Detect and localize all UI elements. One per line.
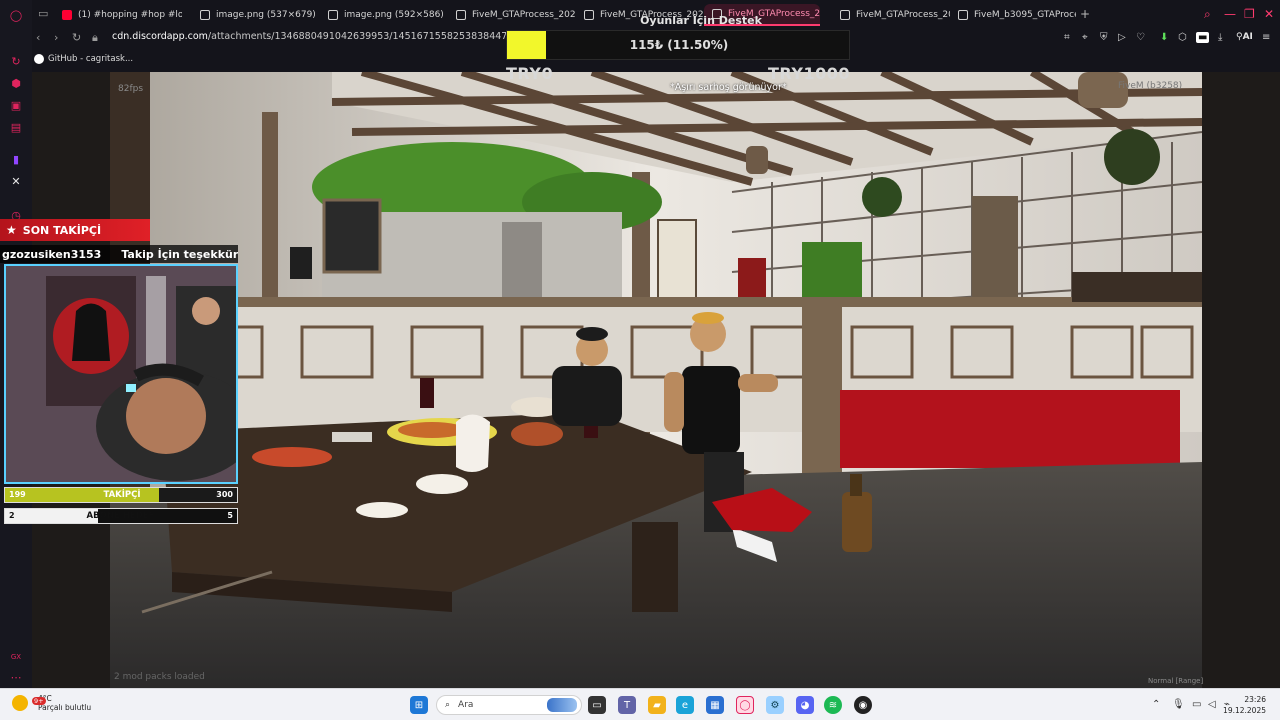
follower-goal-bar: 199 TAKİPÇİ 300	[4, 487, 238, 503]
bookmark-github[interactable]: GitHub - cagritask...	[34, 54, 133, 64]
ai-button[interactable]: ⚲AI	[1236, 32, 1253, 42]
extensions-icon[interactable]: ⬡	[1178, 32, 1187, 43]
settings-icon[interactable]: ⚙	[766, 696, 784, 714]
star-icon: ★	[6, 223, 17, 237]
file-explorer-icon[interactable]: ▰	[648, 696, 666, 714]
volume-icon[interactable]: ◁	[1208, 699, 1216, 710]
donation-min-label: TRY0	[506, 64, 554, 83]
tab-fivem-5[interactable]: FiveM_b3095_GTAProce	[950, 4, 1076, 26]
weather-widget[interactable]: 9+ 4°C Parçalı bulutlu	[12, 694, 91, 712]
discord-icon[interactable]: ◕	[796, 696, 814, 714]
gx-corner-icon[interactable]: ▤	[8, 119, 24, 135]
heart-icon[interactable]: ♡	[1136, 32, 1145, 43]
downloads-icon[interactable]: ⤓	[1218, 32, 1222, 43]
x-twitter-icon[interactable]: ✕	[8, 173, 24, 189]
minimize-icon[interactable]: —	[1224, 7, 1236, 21]
tray-expand-icon[interactable]: ⌃	[1152, 699, 1160, 710]
steam-icon[interactable]: ◉	[854, 696, 872, 714]
microphone-icon[interactable]: 🎙︎	[1172, 699, 1185, 710]
weather-condition: Parçalı bulutlu	[38, 703, 92, 712]
twitch-icon[interactable]: ▮	[8, 151, 24, 167]
system-clock[interactable]: 23:26 19.12.2025	[1223, 694, 1266, 716]
last-follower-banner: ★ SON TAKİPÇİ	[0, 219, 150, 241]
gx-control-icon[interactable]: GX	[8, 649, 24, 665]
search-icon: ⌕	[445, 700, 451, 710]
restore-icon[interactable]: ❐	[1244, 7, 1255, 21]
file-icon	[958, 10, 968, 20]
messenger-icon[interactable]: ▣	[8, 97, 24, 113]
lock-icon: 🔒︎	[92, 31, 98, 44]
donation-progress-bar: 115₺ (11.50%)	[506, 30, 850, 60]
snapshot-icon[interactable]: ⌖	[1082, 32, 1088, 43]
voice-range-label: Normal [Range]	[1148, 677, 1204, 685]
mods-loaded-text: 2 mod packs loaded	[114, 672, 205, 682]
more-icon[interactable]: ⋯	[8, 669, 24, 685]
tab-menu-icon[interactable]: ▭	[38, 7, 48, 20]
back-icon[interactable]: ‹	[36, 31, 40, 44]
vpn-icon[interactable]: ⛨	[1100, 32, 1108, 43]
forward-icon[interactable]: ›	[54, 31, 58, 44]
file-icon	[456, 10, 466, 20]
tab-image-1[interactable]: image.png (537×679)	[192, 4, 320, 26]
fivem-build-tag: FiveM (b3258)	[1118, 81, 1183, 91]
spotify-icon[interactable]: ≋	[824, 696, 842, 714]
profile-icon[interactable]: ▬	[1196, 32, 1210, 43]
tab-youtube[interactable]: (1) #hopping #hop #lowri	[54, 4, 182, 26]
subscriber-goal-bar: 2 ABONE HEDEFİ 5	[4, 508, 238, 524]
image-icon	[328, 10, 338, 20]
temperature: 4°C	[38, 694, 91, 703]
display-icon[interactable]: ▭	[1192, 699, 1201, 710]
task-view-icon[interactable]: ▭	[588, 696, 606, 714]
teams-icon[interactable]: T	[618, 696, 636, 714]
search-tabs-icon[interactable]: ⌕	[1204, 7, 1211, 22]
extension-download-icon[interactable]: ⬇	[1160, 32, 1168, 43]
last-follower-message: gzozusiken3153 Takip İçin teşekkürler do…	[0, 245, 238, 263]
url-field[interactable]: cdn.discordapp.com/attachments/134688049…	[112, 31, 512, 42]
webcam-illustration	[6, 266, 236, 482]
store-icon[interactable]: ▦	[706, 696, 724, 714]
opera-logo-icon[interactable]: ◯	[8, 7, 24, 23]
menu-icon[interactable]: ≡	[1262, 32, 1270, 43]
weather-badge: 9+	[32, 697, 46, 705]
close-window-icon[interactable]: ✕	[1264, 7, 1274, 21]
speed-dial-icon[interactable]: ↻	[8, 53, 24, 69]
edge-icon[interactable]: e	[676, 696, 694, 714]
github-icon	[34, 54, 44, 64]
donation-max-label: TRY1000	[768, 64, 850, 83]
aria-icon[interactable]: ⬢	[8, 75, 24, 91]
bookmark-page-icon[interactable]: ⌗	[1064, 32, 1070, 43]
webcam-feed	[4, 264, 238, 484]
clock-date: 19.12.2025	[1223, 706, 1266, 715]
windows-taskbar: 9+ 4°C Parçalı bulutlu ⊞ ⌕ Ara ▭ T ▰ e ▦…	[0, 688, 1280, 720]
search-highlight-image	[547, 698, 577, 712]
partly-cloudy-icon	[12, 695, 28, 711]
windows-start-icon[interactable]: ⊞	[410, 696, 428, 714]
reload-icon[interactable]: ↻	[72, 31, 81, 44]
clock-time: 23:26	[1244, 695, 1266, 704]
youtube-icon	[62, 10, 72, 20]
follower-name: gzozusiken3153	[2, 247, 102, 261]
tab-image-2[interactable]: image.png (592×586)	[320, 4, 448, 26]
new-tab-button[interactable]: +	[1080, 7, 1090, 21]
follower-thanks: Takip İçin teşekkürler dobloe	[121, 247, 238, 261]
taskbar-search[interactable]: ⌕ Ara	[436, 695, 582, 715]
opera-gx-taskbar-icon[interactable]: ◯	[736, 696, 754, 714]
donation-goal-widget: Oyunlar İçin Destek 115₺ (11.50%) TRY0 T…	[506, 14, 850, 86]
player-icon[interactable]: ▷	[1118, 32, 1126, 43]
donation-amount: 115₺ (11.50%)	[629, 38, 729, 52]
image-icon	[200, 10, 210, 20]
donation-title: Oyunlar İçin Destek	[640, 14, 762, 27]
fps-counter: 82fps	[118, 84, 144, 94]
